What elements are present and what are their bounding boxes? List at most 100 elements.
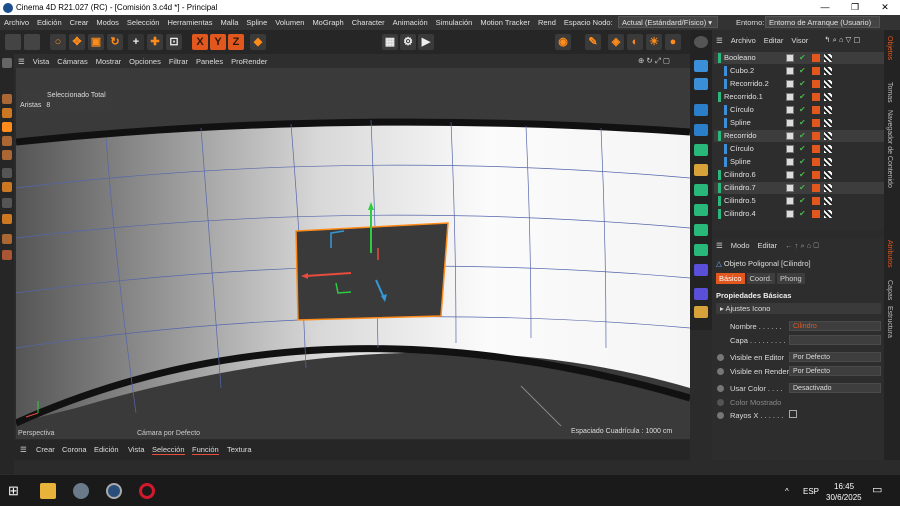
enabled-check-icon[interactable]: ✔ bbox=[799, 208, 806, 220]
uv-tag-icon[interactable] bbox=[824, 171, 832, 179]
object-row[interactable]: Recorrido.2 ✔ bbox=[714, 78, 884, 90]
obj-menu-icon[interactable]: ☰ bbox=[712, 36, 727, 45]
mat-menu-seleccion[interactable]: Selección bbox=[152, 445, 185, 455]
live-selection-icon[interactable]: ○ bbox=[50, 34, 66, 50]
phong-tag-icon[interactable] bbox=[812, 145, 820, 153]
uv-tag-icon[interactable] bbox=[824, 132, 832, 140]
side-tab-estructura[interactable]: Estructura bbox=[886, 306, 893, 338]
spline-tool-icon[interactable]: ✎ bbox=[585, 34, 601, 50]
menu-volumen[interactable]: Volumen bbox=[271, 18, 308, 27]
object-row[interactable]: Spline ✔ bbox=[714, 117, 884, 129]
spline-pen-icon[interactable] bbox=[694, 184, 708, 196]
opera-icon[interactable] bbox=[139, 483, 155, 499]
layer-checkbox[interactable] bbox=[786, 132, 794, 140]
extrude-icon[interactable] bbox=[694, 204, 708, 216]
enabled-check-icon[interactable]: ✔ bbox=[799, 78, 806, 90]
menu-crear[interactable]: Crear bbox=[66, 18, 93, 27]
phong-tag-icon[interactable] bbox=[812, 171, 820, 179]
render-view-icon[interactable]: ▶ bbox=[418, 34, 434, 50]
visible-render-select[interactable]: Por Defecto bbox=[789, 366, 881, 376]
cube-primitive-icon[interactable]: ◉ bbox=[555, 34, 571, 50]
layer-checkbox[interactable] bbox=[786, 184, 794, 192]
uv-tag-icon[interactable] bbox=[824, 145, 832, 153]
material-menu-icon[interactable]: ☰ bbox=[20, 445, 27, 454]
tab-coord[interactable]: Coord. bbox=[746, 273, 776, 284]
sweep-icon[interactable] bbox=[694, 224, 708, 236]
enabled-check-icon[interactable]: ✔ bbox=[799, 143, 806, 155]
tab-basico[interactable]: Básico bbox=[716, 273, 745, 284]
tag-icon[interactable] bbox=[694, 306, 708, 318]
render-region-icon[interactable]: ▦ bbox=[382, 34, 398, 50]
menu-archivo[interactable]: Archivo bbox=[0, 18, 33, 27]
visible-render-radio[interactable] bbox=[717, 368, 724, 375]
model-icon[interactable] bbox=[2, 94, 12, 104]
y-axis-button[interactable]: Y bbox=[210, 34, 226, 50]
phong-tag-icon[interactable] bbox=[812, 93, 820, 101]
vp-menu-paneles[interactable]: Paneles bbox=[192, 57, 227, 66]
paint-icon[interactable] bbox=[2, 250, 12, 260]
menu-motion-tracker[interactable]: Motion Tracker bbox=[476, 18, 534, 27]
undo-icon[interactable] bbox=[5, 34, 21, 50]
menu-character[interactable]: Character bbox=[348, 18, 389, 27]
enabled-check-icon[interactable]: ✔ bbox=[799, 156, 806, 168]
visible-editor-radio[interactable] bbox=[717, 354, 724, 361]
windows-start-icon[interactable]: ⊞ bbox=[8, 483, 24, 499]
obj-menu-archivo[interactable]: Archivo bbox=[727, 36, 760, 45]
uv-tag-icon[interactable] bbox=[824, 184, 832, 192]
object-row[interactable]: Spline ✔ bbox=[714, 156, 884, 168]
enabled-check-icon[interactable]: ✔ bbox=[799, 52, 806, 64]
layer-checkbox[interactable] bbox=[786, 145, 794, 153]
color-display-radio[interactable] bbox=[717, 399, 724, 406]
texture-icon[interactable] bbox=[2, 108, 12, 118]
layer-checkbox[interactable] bbox=[786, 80, 794, 88]
vp-menu-opciones[interactable]: Opciones bbox=[125, 57, 165, 66]
object-row[interactable]: Recorrido.1 ✔ bbox=[714, 91, 884, 103]
lock-workplane-icon[interactable] bbox=[2, 214, 12, 224]
x-axis-button[interactable]: X bbox=[192, 34, 208, 50]
generator-icon[interactable]: ◈ bbox=[608, 34, 624, 50]
mat-menu-corona[interactable]: Corona bbox=[62, 445, 87, 454]
xray-radio[interactable] bbox=[717, 412, 724, 419]
deformer-icon[interactable]: ◐ bbox=[627, 34, 643, 50]
layer-checkbox[interactable] bbox=[786, 197, 794, 205]
viewport-nav-icons[interactable]: ⊕ ↻ ⤢ ▢ bbox=[634, 56, 674, 66]
side-tab-objetos[interactable]: Objetos bbox=[886, 36, 893, 60]
object-row[interactable]: Cilindro.5 ✔ bbox=[714, 195, 884, 207]
viewport-scene[interactable] bbox=[16, 68, 690, 439]
side-tab-capas[interactable]: Capas bbox=[886, 280, 893, 300]
attr-menu-editar[interactable]: Editar bbox=[758, 241, 778, 251]
edges-icon[interactable] bbox=[2, 136, 12, 146]
make-editable-icon[interactable] bbox=[2, 58, 12, 68]
object-row[interactable]: Círculo ✔ bbox=[714, 104, 884, 116]
uv-tag-icon[interactable] bbox=[824, 67, 832, 75]
points-icon[interactable] bbox=[2, 122, 12, 132]
uv-tag-icon[interactable] bbox=[824, 80, 832, 88]
uv-tag-icon[interactable] bbox=[824, 210, 832, 218]
close-button[interactable]: ✕ bbox=[870, 0, 900, 15]
tray-lang[interactable]: ESP bbox=[803, 487, 819, 496]
camera-icon[interactable]: ● bbox=[665, 34, 681, 50]
name-input[interactable]: Cilindro bbox=[789, 321, 881, 331]
tray-date[interactable]: 30/6/2025 bbox=[826, 493, 862, 502]
phong-tag-icon[interactable] bbox=[812, 106, 820, 114]
menu-malla[interactable]: Malla bbox=[216, 18, 242, 27]
uv-tag-icon[interactable] bbox=[824, 197, 832, 205]
coordinate-system-icon[interactable]: ⊡ bbox=[166, 34, 182, 50]
phong-tag-icon[interactable] bbox=[812, 132, 820, 140]
rotate-icon[interactable]: ↻ bbox=[107, 34, 123, 50]
obj-menu-editar[interactable]: Editar bbox=[760, 36, 788, 45]
vp-menu-mostrar[interactable]: Mostrar bbox=[92, 57, 125, 66]
enabled-check-icon[interactable]: ✔ bbox=[799, 117, 806, 129]
scale-icon[interactable]: ▣ bbox=[88, 34, 104, 50]
layer-checkbox[interactable] bbox=[786, 119, 794, 127]
cinema4d-taskbar-icon[interactable] bbox=[106, 483, 122, 499]
layer-checkbox[interactable] bbox=[786, 93, 794, 101]
enabled-check-icon[interactable]: ✔ bbox=[799, 104, 806, 116]
null-icon[interactable] bbox=[694, 78, 708, 90]
minimize-button[interactable]: — bbox=[810, 0, 840, 15]
layer-checkbox[interactable] bbox=[786, 158, 794, 166]
attr-menu-icon[interactable]: ☰ bbox=[716, 241, 723, 251]
object-row[interactable]: Círculo ✔ bbox=[714, 143, 884, 155]
enabled-check-icon[interactable]: ✔ bbox=[799, 130, 806, 142]
enabled-check-icon[interactable]: ✔ bbox=[799, 182, 806, 194]
